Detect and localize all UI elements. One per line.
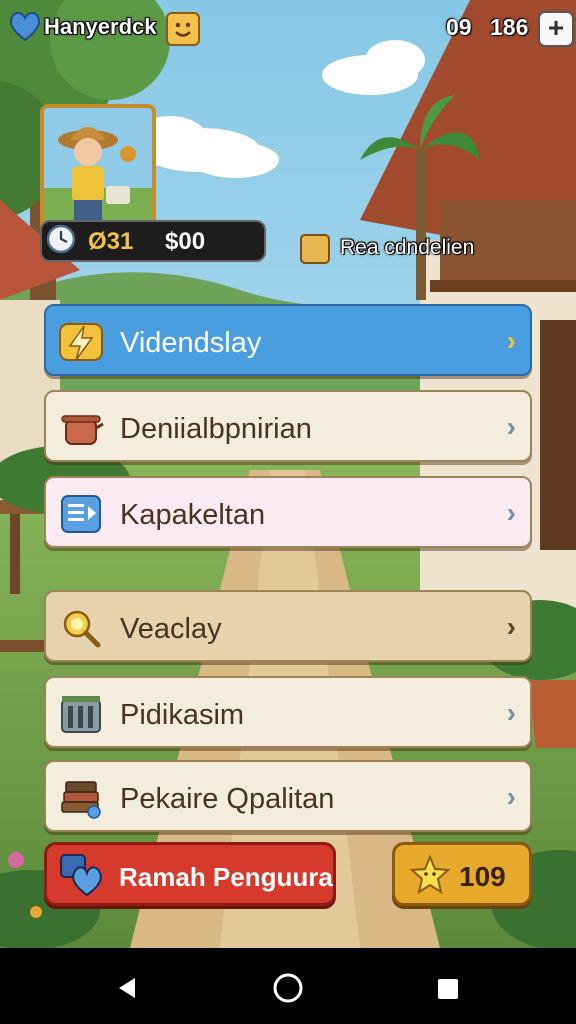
menu-label: Pidikasim <box>120 699 245 731</box>
document-icon <box>58 492 104 536</box>
chevron-right-icon: › <box>506 781 516 812</box>
recent-apps-icon[interactable] <box>436 977 460 1001</box>
back-icon[interactable] <box>113 974 141 1002</box>
chevron-right-icon: › <box>506 611 516 642</box>
star-count: 109 <box>459 861 506 892</box>
home-icon[interactable] <box>272 972 304 1004</box>
menu-item-kapakeltan[interactable]: Kapakeltan › <box>44 476 532 548</box>
hud-counter-left: 09 <box>446 14 472 40</box>
chevron-right-icon: › <box>506 325 516 356</box>
resource-b-value: $00 <box>165 228 206 255</box>
menu-item-videndslay[interactable]: Videndslay › <box>44 304 532 376</box>
top-hud: Hanyerdck 09 186 + <box>0 0 576 56</box>
crate-icon <box>58 692 104 736</box>
chevron-right-icon: › <box>506 697 516 728</box>
menu-label: Deniialbpnirian <box>120 413 312 445</box>
player-portrait[interactable] <box>40 104 156 236</box>
ramah-penguura-button[interactable]: Ramah Penguura <box>44 842 336 906</box>
add-currency-button[interactable]: + <box>538 11 574 47</box>
menu-label: Videndslay <box>120 327 262 359</box>
heart-icon <box>8 10 42 42</box>
heart-gift-icon <box>57 851 109 901</box>
books-icon <box>58 776 104 820</box>
menu-label: Pekaire Qpalitan <box>120 783 335 815</box>
hud-counter-right: 186 <box>490 14 529 40</box>
menu-item-deniialbpnirian[interactable]: Deniialbpnirian › <box>44 390 532 462</box>
player-name: Hanyerdck <box>44 14 157 39</box>
clock-icon <box>46 224 76 254</box>
star-reward-button[interactable]: 109 <box>392 842 532 906</box>
badge-label: Rea cdndelien <box>340 236 475 259</box>
smiley-face-icon[interactable] <box>166 12 200 46</box>
farmer-avatar-icon <box>44 108 152 232</box>
shield-badge-icon <box>300 234 330 264</box>
magnifier-icon <box>58 606 104 650</box>
menu-label: Veaclay <box>120 613 222 645</box>
ramah-penguura-label: Ramah Penguura <box>119 862 333 892</box>
chevron-right-icon: › <box>506 411 516 442</box>
resource-a-value: Ø31 <box>88 228 134 255</box>
menu-item-pidikasim[interactable]: Pidikasim › <box>44 676 532 748</box>
plus-icon: + <box>547 12 565 43</box>
star-icon <box>409 854 451 895</box>
chevron-right-icon: › <box>506 497 516 528</box>
menu-item-pekaire-qpalitan[interactable]: Pekaire Qpalitan › <box>44 760 532 832</box>
menu-label: Kapakeltan <box>120 499 266 531</box>
menu-item-veaclay[interactable]: Veaclay › <box>44 590 532 662</box>
lightning-icon <box>58 320 104 364</box>
cooking-pot-icon <box>58 406 104 450</box>
